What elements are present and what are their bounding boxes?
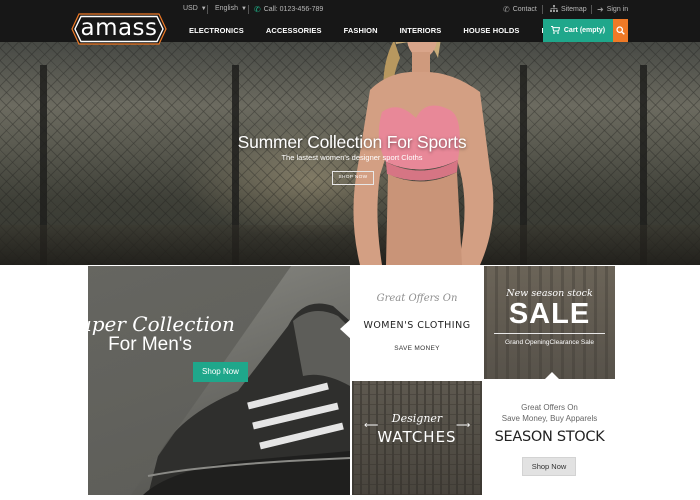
- sitemap-link[interactable]: Sitemap: [550, 5, 587, 14]
- contact-link[interactable]: ✆ Contact: [503, 5, 537, 14]
- women-title: WOMEN'S CLOTHING: [363, 320, 471, 331]
- women-subtitle: SAVE MONEY: [394, 345, 440, 352]
- contact-icon: ✆: [503, 5, 510, 14]
- phone-contact: ✆ Call: 0123-456-789: [254, 5, 323, 14]
- watches-title: WATCHES: [377, 428, 457, 446]
- hero-title: Summer Collection For Sports: [237, 132, 467, 152]
- nav-item-interiors[interactable]: INTERIORS: [389, 19, 453, 42]
- chevron-down-icon: ▼: [240, 5, 247, 12]
- site-logo[interactable]: amass: [71, 12, 167, 46]
- chevron-down-icon: ▼: [200, 5, 207, 12]
- hero-subtitle: The lastest women's designer sport Cloth…: [281, 153, 423, 162]
- sitemap-label: Sitemap: [561, 6, 587, 13]
- season-line1: Great Offers On: [521, 403, 578, 412]
- banner-pointer-arrow: [545, 372, 559, 379]
- men-shop-now-button[interactable]: Shop Now: [193, 362, 248, 382]
- signin-link[interactable]: ➜ Sign in: [597, 5, 628, 14]
- men-title-line1: Super Collection: [65, 312, 235, 336]
- nav-item-electronics[interactable]: ELECTRONICS: [178, 19, 255, 42]
- sale-title: SALE: [508, 298, 591, 330]
- phone-label: Call: 0123-456-789: [263, 6, 324, 13]
- main-nav: ELECTRONICS ACCESSORIES FASHION INTERIOR…: [178, 19, 575, 42]
- banner-pointer-arrow: [340, 318, 352, 340]
- divider: [591, 5, 592, 14]
- signin-icon: ➜: [597, 5, 604, 14]
- men-title-line2: For Men's: [108, 334, 192, 355]
- cart-button[interactable]: Cart (empty): [543, 19, 613, 42]
- currency-label: USD: [183, 5, 198, 12]
- nav-item-accessories[interactable]: ACCESSORIES: [255, 19, 333, 42]
- cart-icon: [550, 25, 561, 36]
- sale-divider: [494, 333, 605, 334]
- divider: [542, 5, 543, 14]
- currency-selector[interactable]: USD ▼: [183, 5, 207, 12]
- watches-script-text: Designer: [391, 412, 443, 425]
- sitemap-icon: [550, 5, 558, 14]
- language-selector[interactable]: English ▼: [215, 5, 247, 12]
- language-label: English: [215, 5, 238, 12]
- season-shop-now-button[interactable]: Shop Now: [522, 457, 576, 476]
- search-button[interactable]: [613, 19, 628, 42]
- nav-item-fashion[interactable]: FASHION: [333, 19, 389, 42]
- cart-label: Cart (empty): [563, 27, 606, 34]
- women-script-text: Great Offers On: [376, 293, 458, 304]
- contact-label: Contact: [512, 6, 537, 13]
- nav-item-house-holds[interactable]: HOUSE HOLDS: [452, 19, 530, 42]
- logo-text: amass: [80, 15, 158, 41]
- divider: [248, 5, 249, 14]
- divider: [207, 5, 208, 14]
- search-icon: [616, 22, 625, 40]
- phone-icon: ✆: [254, 5, 261, 14]
- hero-shop-now-button[interactable]: SHOP NOW: [332, 171, 374, 185]
- sale-subtitle: Grand OpeningClearance Sale: [505, 339, 594, 346]
- season-title: SEASON STOCK: [494, 429, 605, 445]
- season-line2: Save Money, Buy Apparels: [501, 414, 598, 423]
- signin-label: Sign in: [606, 6, 629, 13]
